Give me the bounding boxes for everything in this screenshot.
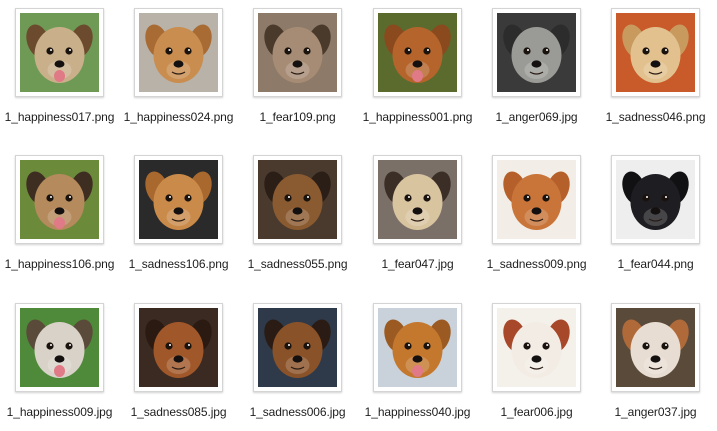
file-item[interactable]: 1_sadness055.png — [238, 155, 357, 271]
file-name[interactable]: 1_happiness024.png — [119, 110, 238, 124]
file-name[interactable]: 1_happiness040.jpg — [358, 405, 477, 419]
dog-photo-icon — [497, 160, 576, 239]
file-item[interactable]: 1_happiness106.png — [0, 155, 119, 271]
dog-photo-icon — [616, 160, 695, 239]
thumbnail-image[interactable] — [253, 303, 342, 392]
file-item[interactable]: 1_happiness024.png — [119, 8, 238, 124]
thumbnail-image[interactable] — [611, 8, 700, 97]
file-name[interactable]: 1_happiness009.jpg — [0, 405, 119, 419]
file-item[interactable]: 1_sadness006.jpg — [238, 303, 357, 419]
dog-photo-icon — [139, 13, 218, 92]
file-name[interactable]: 1_sadness106.png — [119, 257, 238, 271]
file-item[interactable]: 1_happiness017.png — [0, 8, 119, 124]
thumbnail-image[interactable] — [492, 303, 581, 392]
file-item[interactable]: 1_anger037.jpg — [596, 303, 715, 419]
thumbnail-image[interactable] — [373, 303, 462, 392]
dog-photo-icon — [378, 160, 457, 239]
thumbnail-image[interactable] — [134, 155, 223, 244]
file-name[interactable]: 1_fear006.jpg — [477, 405, 596, 419]
thumbnail-image[interactable] — [373, 155, 462, 244]
file-name[interactable]: 1_sadness006.jpg — [238, 405, 357, 419]
file-grid: 1_happiness017.png 1_happiness024.png 1_… — [0, 0, 717, 431]
thumbnail-image[interactable] — [253, 8, 342, 97]
file-item[interactable]: 1_fear109.png — [238, 8, 357, 124]
dog-photo-icon — [616, 13, 695, 92]
file-name[interactable]: 1_sadness009.png — [477, 257, 596, 271]
file-item[interactable]: 1_fear006.jpg — [477, 303, 596, 419]
thumbnail-image[interactable] — [492, 155, 581, 244]
dog-photo-icon — [378, 13, 457, 92]
file-name[interactable]: 1_anger069.jpg — [477, 110, 596, 124]
thumbnail-image[interactable] — [253, 155, 342, 244]
dog-photo-icon — [616, 308, 695, 387]
file-item[interactable]: 1_anger069.jpg — [477, 8, 596, 124]
file-item[interactable]: 1_happiness040.jpg — [358, 303, 477, 419]
dog-photo-icon — [20, 13, 99, 92]
file-name[interactable]: 1_sadness046.png — [596, 110, 715, 124]
dog-photo-icon — [497, 13, 576, 92]
file-item[interactable]: 1_sadness085.jpg — [119, 303, 238, 419]
file-item[interactable]: 1_happiness009.jpg — [0, 303, 119, 419]
file-name[interactable]: 1_happiness017.png — [0, 110, 119, 124]
file-item[interactable]: 1_fear044.png — [596, 155, 715, 271]
file-item[interactable]: 1_fear047.jpg — [358, 155, 477, 271]
file-name[interactable]: 1_happiness001.png — [358, 110, 477, 124]
thumbnail-image[interactable] — [611, 303, 700, 392]
file-name[interactable]: 1_sadness055.png — [238, 257, 357, 271]
thumbnail-image[interactable] — [15, 8, 104, 97]
thumbnail-image[interactable] — [134, 8, 223, 97]
thumbnail-image[interactable] — [373, 8, 462, 97]
thumbnail-image[interactable] — [15, 155, 104, 244]
file-name[interactable]: 1_sadness085.jpg — [119, 405, 238, 419]
file-name[interactable]: 1_anger037.jpg — [596, 405, 715, 419]
dog-photo-icon — [497, 308, 576, 387]
dog-photo-icon — [378, 308, 457, 387]
dog-photo-icon — [258, 160, 337, 239]
file-item[interactable]: 1_happiness001.png — [358, 8, 477, 124]
file-name[interactable]: 1_fear047.jpg — [358, 257, 477, 271]
dog-photo-icon — [20, 160, 99, 239]
file-name[interactable]: 1_fear044.png — [596, 257, 715, 271]
dog-photo-icon — [139, 308, 218, 387]
dog-photo-icon — [20, 308, 99, 387]
file-item[interactable]: 1_sadness046.png — [596, 8, 715, 124]
file-item[interactable]: 1_sadness009.png — [477, 155, 596, 271]
dog-photo-icon — [258, 13, 337, 92]
thumbnail-image[interactable] — [134, 303, 223, 392]
thumbnail-image[interactable] — [15, 303, 104, 392]
dog-photo-icon — [139, 160, 218, 239]
dog-photo-icon — [258, 308, 337, 387]
file-name[interactable]: 1_fear109.png — [238, 110, 357, 124]
file-name[interactable]: 1_happiness106.png — [0, 257, 119, 271]
thumbnail-image[interactable] — [492, 8, 581, 97]
thumbnail-image[interactable] — [611, 155, 700, 244]
file-item[interactable]: 1_sadness106.png — [119, 155, 238, 271]
